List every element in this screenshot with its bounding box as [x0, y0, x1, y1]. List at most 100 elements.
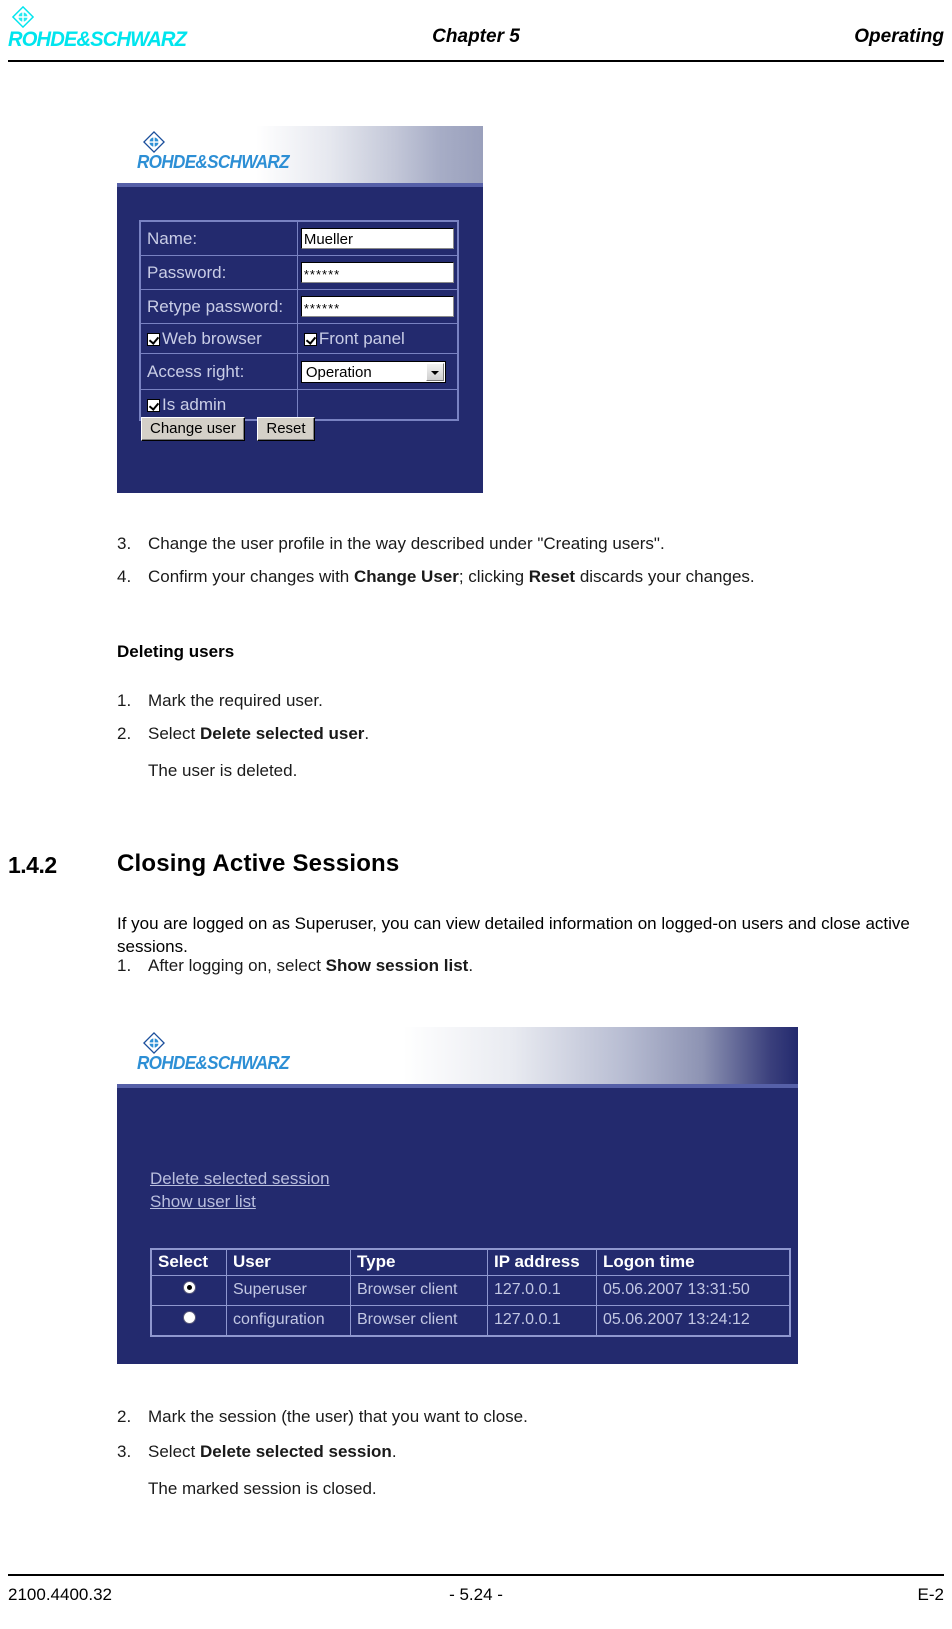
access-right-select[interactable]: Operation: [300, 360, 446, 383]
form-row-password: Password: ******: [139, 255, 459, 290]
result-text: The marked session is closed.: [148, 1479, 377, 1498]
front-panel-checkbox-cell[interactable]: Front panel: [296, 323, 459, 354]
footer-edition: E-2: [917, 1585, 944, 1604]
form-button-row: Change user Reset: [141, 417, 315, 441]
form-row-retype-password: Retype password: ******: [139, 289, 459, 324]
result-text: The user is deleted.: [148, 761, 298, 780]
session-select-cell[interactable]: [150, 1275, 227, 1306]
form-row-access-targets: Web browser Front panel: [139, 323, 459, 354]
figure-change-user-form: ROHDE&SCHWARZ Name: Mueller Password: **…: [117, 126, 483, 493]
section-title: Closing Active Sessions: [117, 850, 400, 877]
retype-password-field-cell[interactable]: ******: [296, 289, 459, 324]
list-number: 2.: [117, 724, 132, 743]
footer-page-number: - 5.24 -: [449, 1585, 503, 1604]
rs-wordmark: ROHDE&SCHWARZ: [137, 1053, 290, 1073]
table-row[interactable]: Superuser Browser client 127.0.0.1 05.06…: [150, 1275, 791, 1306]
list-number: 3.: [117, 534, 132, 553]
retype-password-input[interactable]: ******: [300, 296, 454, 317]
list-text: Confirm your changes with Change User; c…: [148, 567, 755, 586]
user-form-table: Name: Mueller Password: ****** Retype pa…: [139, 220, 459, 421]
access-right-cell[interactable]: Operation: [296, 353, 459, 390]
section-number: 1.4.2: [8, 852, 57, 878]
page-header: ROHDE&SCHWARZ Chapter 5 Operating: [0, 0, 952, 66]
rs-web-banner: ROHDE&SCHWARZ: [117, 1027, 798, 1084]
list-text: After logging on, select Show session li…: [148, 956, 474, 975]
session-table: Select User Type IP address Logon time S…: [150, 1248, 791, 1337]
list-number: 1.: [117, 691, 132, 710]
rs-wordmark: ROHDE&SCHWARZ: [137, 152, 290, 172]
session-logon-time: 05.06.2007 13:24:12: [596, 1305, 791, 1337]
rs-web-banner: ROHDE&SCHWARZ: [117, 126, 483, 183]
list-text: Select Delete selected user.: [148, 724, 370, 743]
section-intro-paragraph: If you are logged on as Superuser, you c…: [117, 914, 910, 956]
is-admin-empty-cell: [296, 389, 459, 421]
front-panel-label: Front panel: [318, 328, 405, 348]
session-ip: 127.0.0.1: [487, 1275, 597, 1306]
access-right-value: Operation: [305, 363, 372, 381]
table-row[interactable]: configuration Browser client 127.0.0.1 0…: [150, 1305, 791, 1337]
list-item: 3. Change the user profile in the way de…: [117, 533, 929, 555]
rs-banner-logo: ROHDE&SCHWARZ: [137, 131, 337, 179]
list-item: 4. Confirm your changes with Change User…: [117, 566, 929, 588]
column-header-ip-address: IP address: [487, 1248, 597, 1276]
session-type: Browser client: [350, 1275, 488, 1306]
front-panel-checkbox[interactable]: [303, 332, 317, 346]
session-radio-selected[interactable]: [182, 1281, 196, 1294]
rs-diamond-icon: [143, 1032, 165, 1054]
list-number: 4.: [117, 567, 132, 586]
list-item: 2. Select Delete selected user.: [117, 723, 929, 745]
is-admin-checkbox[interactable]: [147, 398, 160, 412]
session-ip: 127.0.0.1: [487, 1305, 597, 1337]
session-select-cell[interactable]: [150, 1305, 227, 1337]
form-row-name: Name: Mueller: [139, 220, 459, 256]
name-field-cell[interactable]: Mueller: [296, 220, 459, 256]
name-label: Name:: [139, 220, 298, 256]
retype-password-label: Retype password:: [139, 289, 298, 324]
chevron-down-icon[interactable]: [425, 362, 444, 381]
list-item: 3. Select Delete selected session.: [117, 1441, 929, 1463]
form-row-access-right: Access right: Operation: [139, 353, 459, 390]
session-type: Browser client: [350, 1305, 488, 1337]
subheading-deleting-users: Deleting users: [117, 642, 235, 661]
list-text: Select Delete selected session.: [148, 1442, 397, 1461]
web-browser-checkbox-cell[interactable]: Web browser: [139, 323, 298, 354]
reset-button[interactable]: Reset: [257, 417, 315, 441]
list-item: 2. Mark the session (the user) that you …: [117, 1406, 929, 1428]
list-text: Mark the required user.: [148, 691, 323, 710]
session-user: configuration: [226, 1305, 351, 1337]
password-input[interactable]: ******: [300, 262, 454, 283]
password-label: Password:: [139, 255, 298, 290]
list-number: 1.: [117, 956, 132, 975]
rs-diamond-icon: [143, 131, 165, 153]
header-chapter: Chapter 5: [432, 26, 520, 47]
password-field-cell[interactable]: ******: [296, 255, 459, 290]
show-user-list-link[interactable]: Show user list: [150, 1190, 330, 1213]
footer-rule: [8, 1574, 944, 1576]
name-input[interactable]: Mueller: [300, 228, 454, 249]
table-header-row: Select User Type IP address Logon time: [150, 1248, 791, 1276]
figure-session-list: ROHDE&SCHWARZ Delete selected session Sh…: [117, 1027, 798, 1364]
is-admin-checkbox-cell[interactable]: Is admin: [139, 389, 298, 421]
session-action-links: Delete selected session Show user list: [150, 1167, 330, 1213]
rs-web-panel: Name: Mueller Password: ****** Retype pa…: [117, 187, 483, 493]
web-browser-checkbox[interactable]: [147, 332, 160, 346]
list-number: 3.: [117, 1442, 132, 1461]
list-item: 1. After logging on, select Show session…: [117, 955, 929, 977]
list-text: Mark the session (the user) that you wan…: [148, 1407, 528, 1426]
web-browser-label: Web browser: [162, 328, 262, 348]
form-row-is-admin: Is admin: [139, 389, 459, 421]
session-radio-unselected[interactable]: [182, 1311, 196, 1324]
rs-banner-logo: ROHDE&SCHWARZ: [137, 1032, 337, 1080]
column-header-select: Select: [150, 1248, 227, 1276]
delete-selected-session-link[interactable]: Delete selected session: [150, 1167, 330, 1190]
list-number: 2.: [117, 1407, 132, 1426]
session-logon-time: 05.06.2007 13:31:50: [596, 1275, 791, 1306]
header-section-title: Operating: [854, 26, 944, 47]
column-header-user: User: [226, 1248, 351, 1276]
list-item: 1. Mark the required user.: [117, 690, 929, 712]
list-text: Change the user profile in the way descr…: [148, 534, 665, 553]
session-user: Superuser: [226, 1275, 351, 1306]
access-right-label: Access right:: [139, 353, 298, 390]
change-user-button[interactable]: Change user: [141, 417, 245, 441]
is-admin-label: Is admin: [162, 394, 227, 414]
